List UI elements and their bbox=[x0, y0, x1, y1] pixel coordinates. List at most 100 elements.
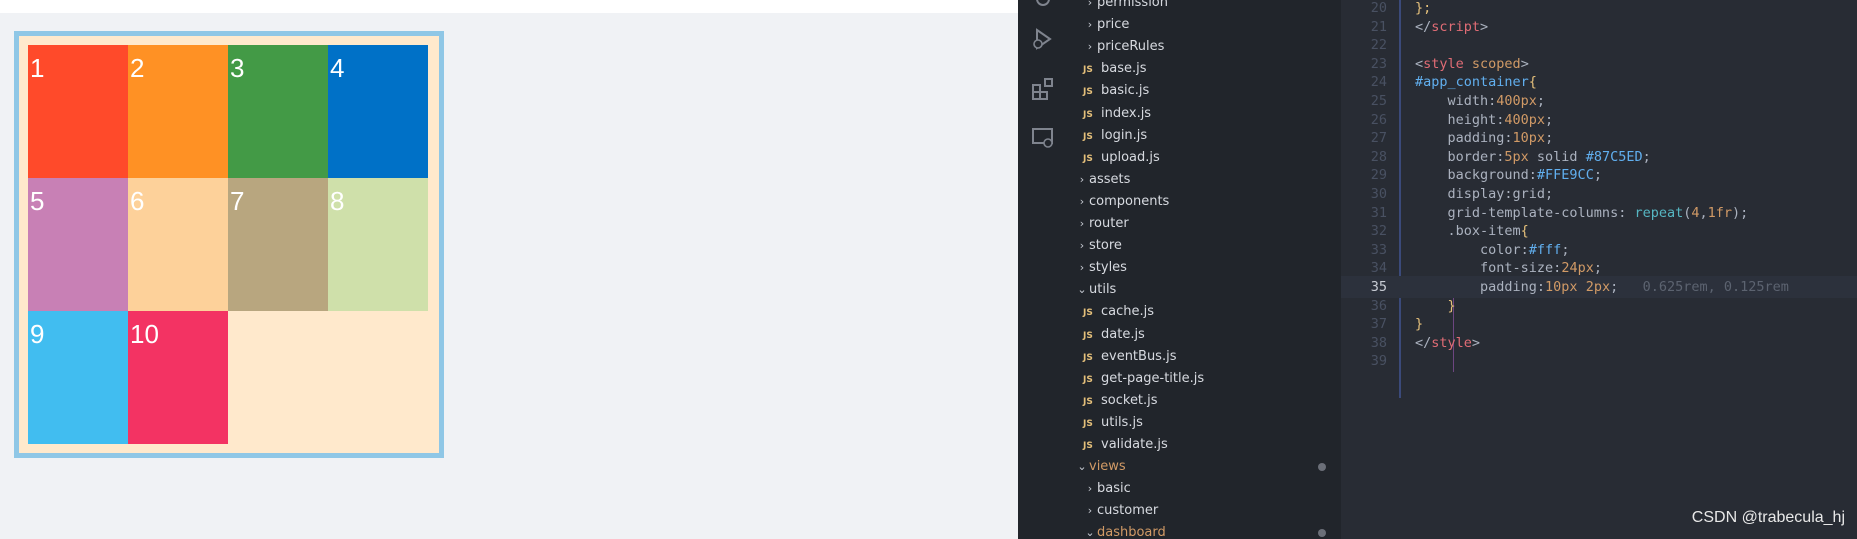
code-editor[interactable]: 20}; 21 </script> 22 23 <style scoped> 24 #app_… bbox=[1341, 0, 1857, 539]
file-item[interactable]: JS base.js bbox=[1083, 58, 1147, 80]
folder-item[interactable]: ⌄ views bbox=[1075, 456, 1126, 478]
code-token: </ bbox=[1415, 18, 1432, 35]
run-debug-icon[interactable] bbox=[1030, 26, 1056, 52]
tree-item-label: index.js bbox=[1101, 105, 1152, 121]
tree-item-label: date.js bbox=[1101, 326, 1145, 342]
folder-item[interactable]: › router bbox=[1075, 213, 1129, 235]
chevron-right-icon: › bbox=[1087, 40, 1093, 54]
box-item: 10 bbox=[128, 311, 228, 444]
code-token: 400px bbox=[1504, 111, 1546, 128]
code-token: style bbox=[1423, 55, 1464, 72]
folder-item[interactable]: › permission bbox=[1083, 0, 1168, 14]
code-token: grid-template-columns: bbox=[1415, 204, 1635, 221]
tree-item-label: views bbox=[1089, 459, 1126, 475]
code-token: style bbox=[1431, 334, 1472, 351]
file-item[interactable]: JS cache.js bbox=[1083, 301, 1154, 323]
chevron-right-icon: › bbox=[1079, 239, 1085, 253]
chevron-down-icon: ⌄ bbox=[1077, 460, 1087, 474]
tree-item-label: dashboard bbox=[1097, 525, 1166, 539]
activity-bar: 26 bbox=[1018, 0, 1067, 539]
code-line[interactable]: 39 bbox=[1341, 350, 1857, 372]
code-token: 10px bbox=[1545, 279, 1578, 295]
tree-item-label: eventBus.js bbox=[1101, 348, 1177, 364]
folder-item[interactable]: ⌄ utils bbox=[1075, 279, 1116, 301]
folder-item[interactable]: › priceRules bbox=[1083, 36, 1165, 58]
code-token: script bbox=[1431, 18, 1481, 35]
folder-item[interactable]: › assets bbox=[1075, 169, 1131, 191]
folder-item[interactable]: › store bbox=[1075, 235, 1122, 257]
tree-item-label: utils.js bbox=[1101, 414, 1143, 430]
folder-item[interactable]: ⌄ dashboard bbox=[1083, 522, 1166, 539]
file-item[interactable]: JS utils.js bbox=[1083, 412, 1143, 434]
remote-explorer-icon[interactable] bbox=[1030, 125, 1056, 151]
folder-item[interactable]: › customer bbox=[1083, 500, 1158, 522]
code-token: ; bbox=[1593, 260, 1602, 277]
extensions-icon[interactable] bbox=[1030, 76, 1056, 102]
code-token: ; bbox=[1545, 130, 1554, 147]
tree-item-label: permission bbox=[1097, 0, 1168, 10]
folder-item[interactable]: › components bbox=[1075, 191, 1170, 213]
code-token: background: bbox=[1415, 167, 1537, 184]
js-file-icon: JS bbox=[1083, 374, 1093, 385]
code-token: > bbox=[1471, 334, 1481, 351]
code-token: font-size: bbox=[1415, 260, 1562, 277]
box-item: 7 bbox=[228, 178, 328, 311]
code-token: > bbox=[1480, 18, 1489, 35]
chevron-right-icon: › bbox=[1087, 504, 1093, 518]
code-token: 4 bbox=[1691, 204, 1700, 221]
code-token: 1fr bbox=[1707, 204, 1733, 221]
box-item: 2 bbox=[128, 45, 228, 178]
code-token: ; bbox=[1545, 111, 1554, 128]
preview-top-bar bbox=[0, 0, 1018, 13]
js-file-icon: JS bbox=[1083, 352, 1093, 363]
code-token: , bbox=[1699, 204, 1708, 221]
line-number: 39 bbox=[1370, 353, 1387, 370]
js-file-icon: JS bbox=[1083, 330, 1093, 341]
file-item[interactable]: JS login.js bbox=[1083, 125, 1147, 147]
browser-preview: 1 2 3 4 5 6 7 8 9 10 bbox=[0, 0, 1018, 539]
tree-item-label: price bbox=[1097, 17, 1130, 33]
code-token: 5px bbox=[1504, 148, 1529, 165]
code-token: #fff bbox=[1528, 241, 1562, 258]
folder-item[interactable]: › basic bbox=[1083, 478, 1131, 500]
file-item[interactable]: JS get-page-title.js bbox=[1083, 368, 1204, 390]
js-file-icon: JS bbox=[1083, 418, 1093, 429]
code-token: #FFE9CC bbox=[1536, 167, 1594, 184]
code-token: 2px bbox=[1585, 279, 1611, 295]
box-item: 5 bbox=[28, 178, 128, 311]
code-token: ; bbox=[1561, 241, 1570, 258]
code-token: 24px bbox=[1561, 260, 1594, 277]
tree-item-label: cache.js bbox=[1101, 304, 1155, 320]
code-token: ; bbox=[1642, 148, 1651, 165]
file-item[interactable]: JS basic.js bbox=[1083, 80, 1149, 102]
tree-item-label: customer bbox=[1097, 503, 1159, 519]
tree-item-label: get-page-title.js bbox=[1101, 370, 1205, 386]
code-token: }; bbox=[1415, 0, 1432, 16]
code-token: display:grid; bbox=[1415, 186, 1554, 202]
box-item: 9 bbox=[28, 311, 128, 444]
chevron-right-icon: › bbox=[1087, 0, 1093, 9]
folder-item[interactable]: › price bbox=[1083, 14, 1130, 36]
file-item[interactable]: JS index.js bbox=[1083, 103, 1151, 125]
folder-item[interactable]: › styles bbox=[1075, 257, 1127, 279]
tree-item-label: router bbox=[1089, 216, 1129, 231]
code-token: ); bbox=[1732, 204, 1749, 221]
file-item[interactable]: JS eventBus.js bbox=[1083, 346, 1176, 368]
chevron-right-icon: › bbox=[1079, 261, 1085, 275]
tree-item-label: store bbox=[1089, 238, 1122, 254]
js-file-icon: JS bbox=[1083, 308, 1093, 319]
code-token: </ bbox=[1415, 334, 1432, 351]
source-control-icon[interactable]: 26 bbox=[1030, 0, 1056, 12]
tree-item-label: basic.js bbox=[1101, 83, 1150, 99]
code-token: #87C5ED bbox=[1585, 148, 1643, 165]
file-item[interactable]: JS validate.js bbox=[1083, 434, 1168, 456]
tree-item-label: validate.js bbox=[1101, 437, 1168, 452]
file-item[interactable]: JS socket.js bbox=[1083, 390, 1158, 412]
file-item[interactable]: JS upload.js bbox=[1083, 147, 1160, 169]
tree-item-label: assets bbox=[1089, 171, 1131, 187]
file-item[interactable]: JS date.js bbox=[1083, 324, 1145, 346]
chevron-right-icon: › bbox=[1087, 482, 1093, 496]
code-token: repeat bbox=[1634, 204, 1684, 221]
tree-item-label: upload.js bbox=[1101, 149, 1160, 165]
